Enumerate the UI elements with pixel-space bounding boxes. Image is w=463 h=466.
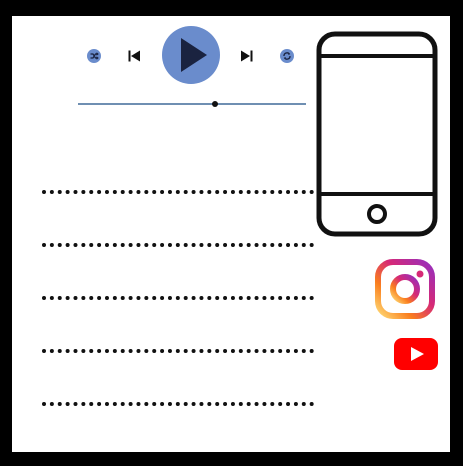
- text-lines: [42, 190, 322, 455]
- shuffle-icon[interactable]: [87, 49, 101, 63]
- music-player: [78, 26, 306, 116]
- previous-track-icon[interactable]: [127, 49, 141, 63]
- dotted-line: [42, 296, 314, 300]
- card: [12, 16, 450, 452]
- smartphone-icon: [315, 30, 439, 243]
- youtube-icon[interactable]: [393, 337, 439, 376]
- play-button[interactable]: [162, 26, 220, 84]
- dotted-line: [42, 402, 314, 406]
- seek-track: [78, 103, 306, 105]
- next-track-icon[interactable]: [240, 49, 254, 63]
- dotted-line: [42, 243, 314, 247]
- seek-thumb[interactable]: [211, 101, 218, 107]
- instagram-icon[interactable]: [374, 258, 436, 325]
- seek-slider[interactable]: [78, 98, 306, 110]
- dotted-line: [42, 190, 314, 194]
- repeat-icon[interactable]: [280, 49, 294, 63]
- dotted-line: [42, 349, 314, 353]
